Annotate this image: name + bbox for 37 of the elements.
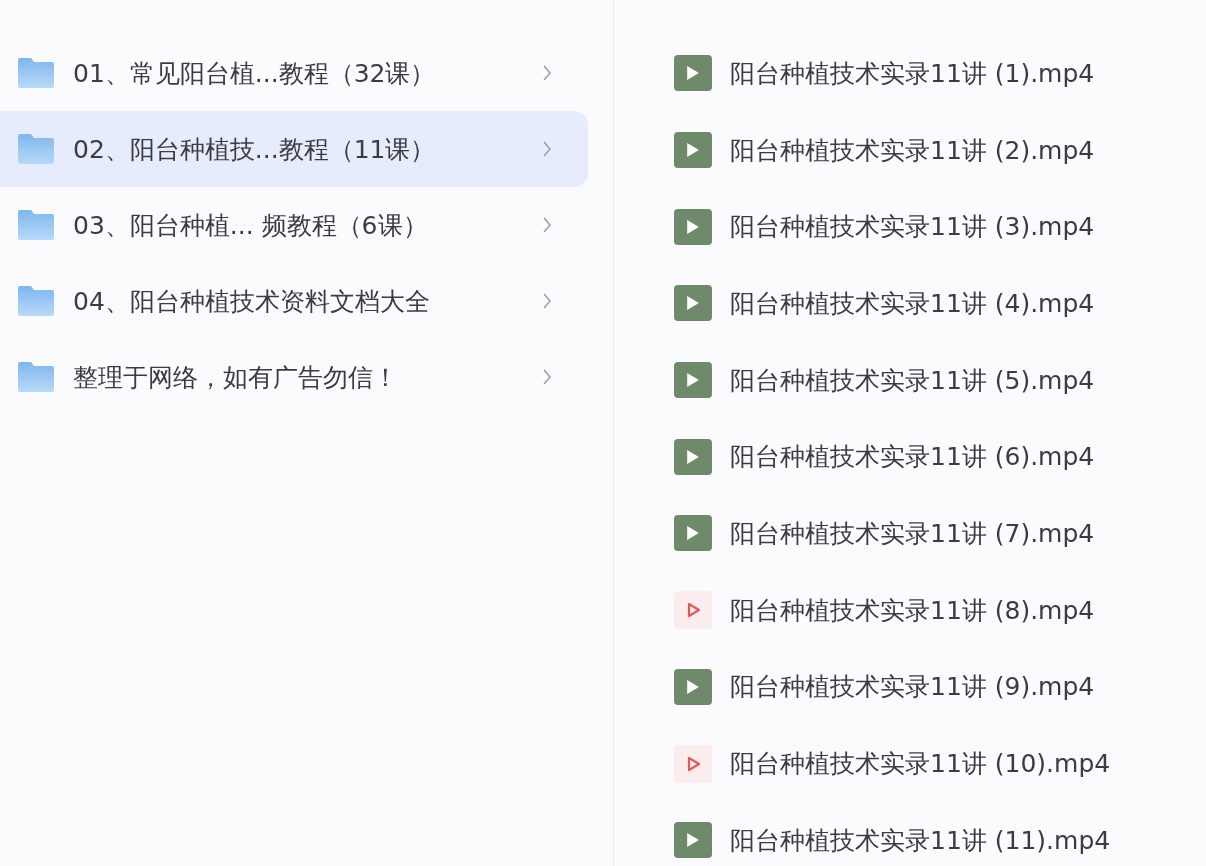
folder-item[interactable]: 01、常见阳台植...教程（32课）: [0, 35, 588, 111]
video-file-item[interactable]: 阳台种植技术实录11讲 (7).mp4: [674, 495, 1206, 572]
video-thumbnail: [674, 55, 712, 92]
folder-icon: [18, 58, 54, 88]
folder-icon: [18, 362, 54, 392]
folder-item[interactable]: 整理于网络，如有广告勿信！: [0, 339, 588, 415]
video-thumbnail: [674, 132, 712, 169]
video-file-item[interactable]: 阳台种植技术实录11讲 (9).mp4: [674, 648, 1206, 726]
chevron-right-icon: [542, 292, 552, 310]
folder-icon: [18, 134, 54, 164]
video-file-item[interactable]: 阳台种植技术实录11讲 (6).mp4: [674, 418, 1206, 496]
video-file-item[interactable]: 阳台种植技术实录11讲 (8).mp4: [674, 571, 1206, 649]
folder-icon: [18, 286, 54, 316]
video-file-item[interactable]: 阳台种植技术实录11讲 (11).mp4: [674, 801, 1206, 866]
chevron-right-icon: [542, 140, 552, 158]
video-file-item[interactable]: 阳台种植技术实录11讲 (2).mp4: [674, 111, 1206, 189]
video-thumbnail: [674, 285, 712, 322]
folder-item[interactable]: 04、阳台种植技术资料文档大全: [0, 263, 588, 339]
video-file-item[interactable]: 阳台种植技术实录11讲 (5).mp4: [674, 341, 1206, 419]
video-thumbnail: [674, 668, 712, 705]
video-file-icon: [674, 591, 712, 630]
video-file-item[interactable]: 阳台种植技术实录11讲 (4).mp4: [674, 265, 1206, 342]
video-file-item[interactable]: 阳台种植技术实录11讲 (3).mp4: [674, 188, 1206, 266]
folder-item[interactable]: 02、阳台种植技...教程（11课）: [0, 111, 588, 187]
video-thumbnail: [674, 208, 712, 245]
video-file-item[interactable]: 阳台种植技术实录11讲 (10).mp4: [674, 725, 1206, 802]
video-file-icon: [674, 744, 712, 783]
video-thumbnail: [674, 515, 712, 552]
chevron-right-icon: [542, 368, 552, 386]
folder-icon: [18, 210, 54, 240]
chevron-right-icon: [542, 216, 552, 234]
folder-item[interactable]: 03、阳台种植... 频教程（6课）: [0, 187, 588, 263]
video-thumbnail: [674, 822, 712, 859]
video-file-item[interactable]: 阳台种植技术实录11讲 (1).mp4: [674, 35, 1206, 112]
video-thumbnail: [674, 362, 712, 399]
video-thumbnail: [674, 438, 712, 475]
chevron-right-icon: [542, 64, 552, 82]
